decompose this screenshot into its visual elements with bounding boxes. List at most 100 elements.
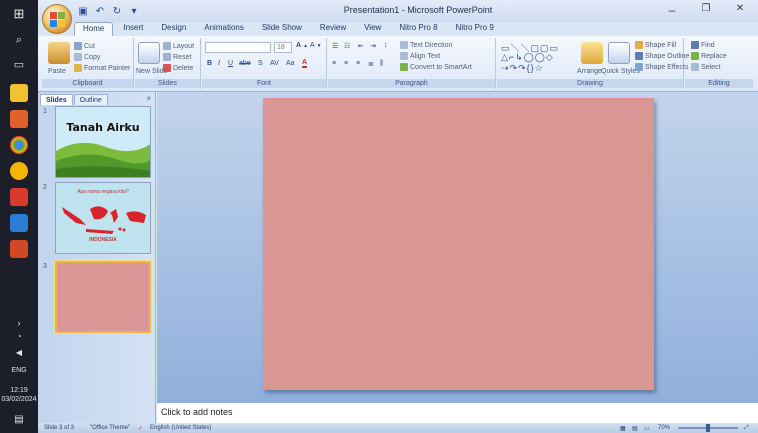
clipboard-group: Paste Cut Copy Format Painter Clipboard xyxy=(42,38,134,89)
bullets-icon[interactable]: ☰ xyxy=(332,42,338,50)
convert-smartart-button[interactable]: Convert to SmartArt xyxy=(400,63,472,71)
columns-icon[interactable]: ⫼ xyxy=(380,60,383,68)
clock-time[interactable]: 12:19 xyxy=(0,386,38,395)
slide-sorter-icon[interactable]: ▤ xyxy=(632,425,638,432)
char-spacing-icon[interactable]: AV xyxy=(270,60,279,67)
zoom-level[interactable]: 70% xyxy=(658,425,670,431)
format-painter-button[interactable]: Format Painter xyxy=(74,64,130,72)
shrink-font-icon[interactable]: A ▼ xyxy=(310,42,322,49)
cut-button[interactable]: Cut xyxy=(74,42,95,50)
start-icon[interactable]: ⊞ xyxy=(0,6,38,22)
tab-view[interactable]: View xyxy=(356,22,389,36)
slide-thumbnail-3[interactable] xyxy=(55,261,151,333)
numbering-icon[interactable]: ☷ xyxy=(344,42,350,50)
maximize-button[interactable]: ❐ xyxy=(694,3,718,19)
align-right-icon[interactable]: ≡ xyxy=(356,60,360,67)
title-bar: ▣ ↶ ↻ ▾ Presentation1 - Microsoft PowerP… xyxy=(38,0,758,22)
new-slide-icon[interactable] xyxy=(138,42,160,64)
clock-date[interactable]: 03/02/2024 xyxy=(0,395,38,404)
app-blue-icon[interactable] xyxy=(10,214,28,232)
chrome-icon[interactable] xyxy=(10,136,28,154)
decrease-indent-icon[interactable]: ⇤ xyxy=(358,42,364,50)
increase-indent-icon[interactable]: ⇥ xyxy=(370,42,376,50)
align-text-button[interactable]: Align Text xyxy=(400,52,440,60)
shape-outline-button[interactable]: Shape Outline xyxy=(635,52,689,60)
select-button[interactable]: Select xyxy=(691,63,720,71)
text-direction-button[interactable]: Text Direction xyxy=(400,41,452,49)
underline-icon[interactable]: U xyxy=(228,60,233,67)
tab-insert[interactable]: Insert xyxy=(115,22,151,36)
tab-outline[interactable]: Outline xyxy=(73,94,108,105)
bold-icon[interactable]: B xyxy=(207,60,212,67)
quick-styles-icon[interactable] xyxy=(608,42,630,64)
notifications-icon[interactable]: ▤ xyxy=(0,414,38,425)
layout-button[interactable]: Layout xyxy=(163,42,194,50)
app-red-icon[interactable] xyxy=(10,188,28,206)
shadow-icon[interactable]: S xyxy=(258,60,263,67)
grow-font-icon[interactable]: A ▲ xyxy=(296,42,308,49)
volume-icon[interactable]: ◀ xyxy=(0,348,38,357)
line-spacing-icon[interactable]: ↕ xyxy=(384,42,388,49)
powerpoint-icon[interactable] xyxy=(10,240,28,258)
font-name-combo[interactable] xyxy=(205,42,271,53)
copy-button[interactable]: Copy xyxy=(74,53,100,61)
redo-icon[interactable]: ↻ xyxy=(110,4,124,18)
tab-animations[interactable]: Animations xyxy=(196,22,252,36)
tab-slide-show[interactable]: Slide Show xyxy=(254,22,310,36)
align-center-icon[interactable]: ≡ xyxy=(344,60,348,67)
close-pane-icon[interactable]: × xyxy=(146,94,151,103)
shapes-gallery-row3[interactable]: ⇢↷↷{}☆ xyxy=(501,63,544,74)
change-case-icon[interactable]: Aa xyxy=(286,60,295,67)
task-view-icon[interactable]: ▭ xyxy=(0,58,38,71)
chevron-up-icon[interactable]: › xyxy=(0,318,38,328)
shape-fill-button[interactable]: Shape Fill xyxy=(635,41,676,49)
slide-show-icon[interactable]: ▭ xyxy=(644,425,650,432)
save-icon[interactable]: ▣ xyxy=(76,4,90,18)
close-button[interactable]: ✕ xyxy=(728,3,752,19)
tab-home[interactable]: Home xyxy=(74,22,114,36)
reset-icon xyxy=(163,53,171,61)
shapes-gallery-row2[interactable]: △⌐↳◯◯◇ xyxy=(501,52,554,63)
normal-view-icon[interactable]: ▦ xyxy=(620,425,626,432)
file-explorer-icon[interactable] xyxy=(10,84,28,102)
network-icon[interactable]: ◔ xyxy=(0,332,38,341)
spelling-icon[interactable]: ✓ xyxy=(138,425,143,432)
delete-button[interactable]: Delete xyxy=(163,64,193,72)
slide-2-title: Apa nama negara kita? xyxy=(77,189,129,195)
office-button[interactable] xyxy=(42,4,72,34)
replace-button[interactable]: Replace xyxy=(691,52,727,60)
search-icon[interactable]: ⌕ xyxy=(0,34,38,47)
customize-qat-icon[interactable]: ▾ xyxy=(127,4,141,18)
italic-icon[interactable]: I xyxy=(218,60,220,67)
tab-design[interactable]: Design xyxy=(153,22,194,36)
arrange-icon[interactable] xyxy=(581,42,603,64)
reset-button[interactable]: Reset xyxy=(163,53,191,61)
language-status[interactable]: English (United States) xyxy=(150,425,211,431)
tab-nitro-pro-9[interactable]: Nitro Pro 9 xyxy=(448,22,502,36)
fit-window-icon[interactable]: ⤢ xyxy=(744,425,749,432)
slide-thumbnail-2[interactable]: Apa nama negara kita? INDONESIA xyxy=(55,182,151,254)
arrange-label[interactable]: Arrange xyxy=(577,68,602,75)
font-color-icon[interactable]: A xyxy=(302,59,308,68)
tab-review[interactable]: Review xyxy=(312,22,354,36)
minimize-button[interactable]: – xyxy=(660,3,684,19)
tab-slides[interactable]: Slides xyxy=(40,94,73,105)
tab-nitro-pro-8[interactable]: Nitro Pro 8 xyxy=(391,22,445,36)
undo-icon[interactable]: ↶ xyxy=(93,4,107,18)
app-orange-icon[interactable] xyxy=(10,110,28,128)
slide-canvas[interactable] xyxy=(263,98,654,390)
justify-icon[interactable]: ≣ xyxy=(368,60,374,68)
zoom-slider-thumb[interactable] xyxy=(706,424,710,432)
align-left-icon[interactable]: ≡ xyxy=(332,60,336,67)
strikethrough-icon[interactable]: abe xyxy=(239,60,251,67)
notes-pane[interactable]: Click to add notes xyxy=(157,402,758,423)
language-indicator[interactable]: ENG xyxy=(0,366,38,375)
paste-icon[interactable] xyxy=(48,42,70,64)
app-yellow-icon[interactable] xyxy=(10,162,28,180)
slide-thumbnail-1[interactable]: Tanah Airku xyxy=(55,106,151,178)
paste-label[interactable]: Paste xyxy=(48,68,66,75)
font-size-combo[interactable]: 18 xyxy=(274,42,292,53)
shape-effects-button[interactable]: Shape Effects xyxy=(635,63,688,71)
copy-label: Copy xyxy=(84,53,101,61)
find-button[interactable]: Find xyxy=(691,41,715,49)
